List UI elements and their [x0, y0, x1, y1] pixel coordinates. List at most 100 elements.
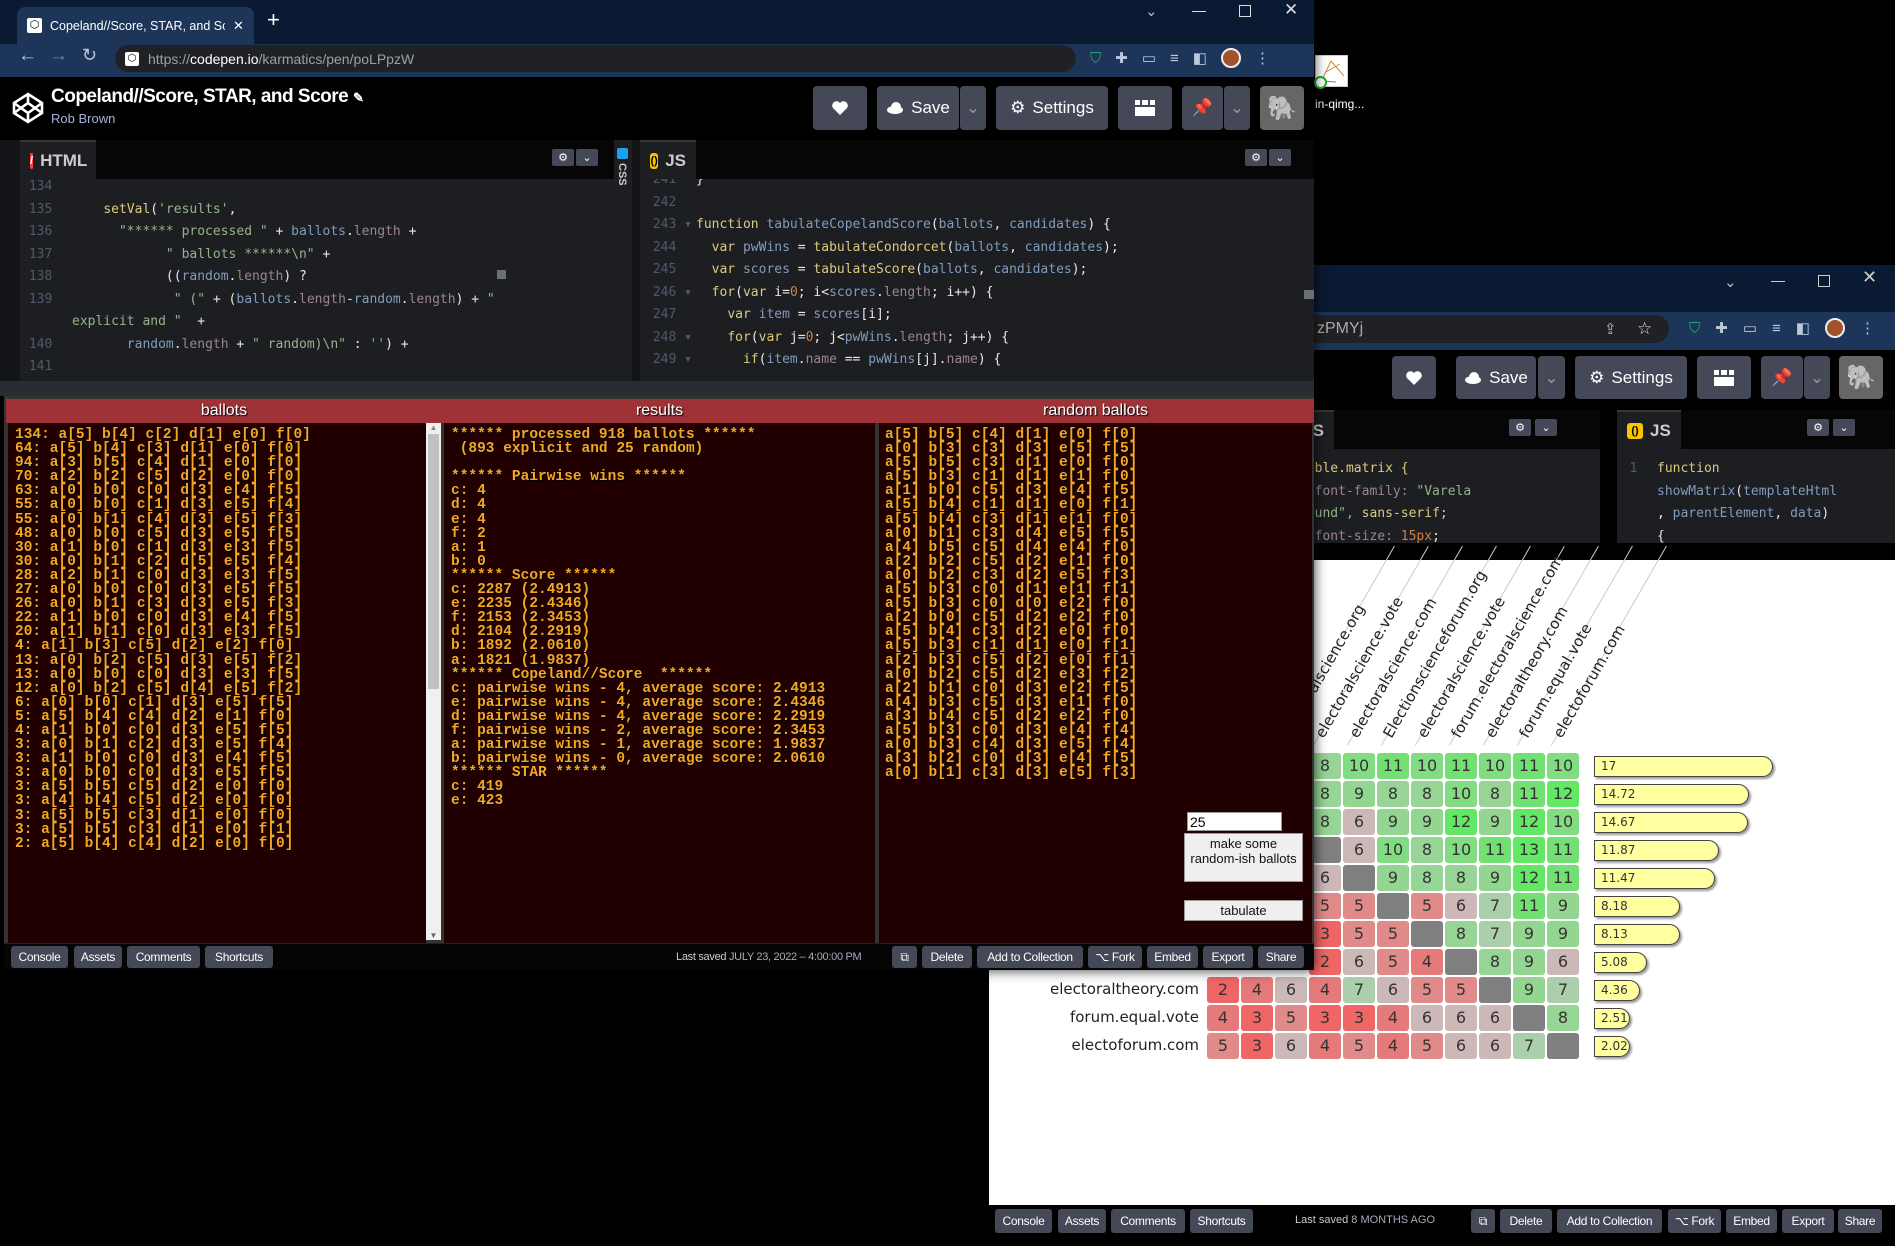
- like-button[interactable]: [813, 86, 867, 130]
- make-random-ballots-button[interactable]: make some random-ish ballots: [1184, 833, 1303, 882]
- user-avatar[interactable]: 🐘: [1260, 86, 1304, 130]
- fork-button[interactable]: ⌥ Fork: [1668, 1209, 1721, 1233]
- result-line: ****** Copeland//Score ******: [451, 666, 713, 683]
- export-button[interactable]: Export: [1203, 946, 1253, 968]
- shortcuts-button[interactable]: Shortcuts: [205, 946, 273, 968]
- open-external-icon[interactable]: ⧉: [1471, 1209, 1495, 1233]
- side-panel-icon[interactable]: ◧: [1193, 49, 1207, 67]
- line-number: 249 ▾: [652, 352, 692, 367]
- delete-button[interactable]: Delete: [1500, 1209, 1552, 1233]
- random-ballot-line: a[2] b[2] c[5] d[2] e[1] f[0]: [885, 553, 1138, 570]
- embed-button[interactable]: Embed: [1726, 1209, 1777, 1233]
- shield-extension-icon[interactable]: ⛉: [1090, 50, 1101, 67]
- matrix-cell: 12: [1445, 809, 1477, 835]
- cast-icon[interactable]: ▭: [1142, 49, 1156, 67]
- assets-button[interactable]: Assets: [74, 946, 122, 968]
- result-line: ****** processed 918 ballots ******: [451, 427, 756, 443]
- scrollbar-thumb[interactable]: [497, 270, 506, 279]
- ballot-line: 5: a[5] b[4] c[4] d[2] e[1] f[0]: [15, 708, 294, 725]
- delete-button[interactable]: Delete: [922, 946, 972, 968]
- matrix-cell: 8: [1479, 949, 1511, 975]
- extensions-puzzle-icon[interactable]: ✚: [1115, 49, 1128, 67]
- pin-dropdown-button[interactable]: ⌄: [1224, 86, 1250, 130]
- resize-divider[interactable]: [0, 381, 1314, 396]
- save-button[interactable]: Save: [877, 86, 959, 130]
- matrix-cell: 6: [1479, 1033, 1511, 1059]
- code-line: 137 " ballots ******\n" +: [20, 244, 614, 267]
- matrix-cell: 7: [1513, 1033, 1545, 1059]
- scrollbar-thumb[interactable]: [1304, 290, 1314, 299]
- comments-button[interactable]: Comments: [1111, 1209, 1185, 1233]
- share-button[interactable]: Share: [1838, 1209, 1882, 1233]
- media-control-icon[interactable]: ≡: [1170, 50, 1179, 67]
- tab-search-icon[interactable]: ⌄: [1145, 2, 1158, 20]
- random-ballots-header: random ballots: [877, 399, 1314, 423]
- pen-title[interactable]: Copeland//Score, STAR, and Score ✎: [51, 86, 364, 108]
- matrix-cell: 11: [1479, 837, 1511, 863]
- close-tab-icon[interactable]: ✕: [233, 18, 244, 34]
- codepen-logo[interactable]: [11, 91, 45, 125]
- open-external-icon[interactable]: ⧉: [892, 946, 917, 968]
- console-button[interactable]: Console: [995, 1209, 1052, 1233]
- minimize-icon[interactable]: [1192, 11, 1206, 12]
- assets-button[interactable]: Assets: [1058, 1209, 1106, 1233]
- maximize-icon[interactable]: [1239, 5, 1251, 17]
- share-button[interactable]: Share: [1258, 946, 1304, 968]
- browser-menu-icon[interactable]: ⋮: [1255, 49, 1270, 67]
- fork-icon: ⌥: [1674, 1214, 1692, 1228]
- shortcuts-button[interactable]: Shortcuts: [1190, 1209, 1253, 1233]
- author-name[interactable]: Rob Brown: [51, 111, 115, 126]
- editor-settings-icon[interactable]: ⚙: [1245, 149, 1267, 166]
- matrix-cell: 5: [1411, 893, 1443, 919]
- result-line: c: 2287 (2.4913): [451, 582, 591, 599]
- console-button[interactable]: Console: [11, 946, 68, 968]
- matrix-cell: 11: [1445, 753, 1477, 779]
- tab-js[interactable]: () JS: [640, 140, 696, 179]
- matrix-cell: 5: [1207, 1033, 1239, 1059]
- layout-button[interactable]: [1118, 86, 1172, 130]
- browser-tab[interactable]: ⬡ Copeland//Score, STAR, and Scor ✕: [17, 7, 254, 44]
- new-tab-button[interactable]: +: [267, 7, 280, 33]
- code-line: 141: [20, 356, 614, 379]
- editor-collapse-icon[interactable]: ⌄: [576, 149, 598, 166]
- tab-html[interactable]: / HTML: [20, 140, 96, 179]
- random-count-input[interactable]: [1187, 812, 1282, 831]
- matrix-cell: 5: [1343, 893, 1375, 919]
- export-button[interactable]: Export: [1782, 1209, 1834, 1233]
- edit-pencil-icon[interactable]: ✎: [353, 90, 364, 105]
- result-line: b: 0: [451, 553, 486, 570]
- ballots-textarea[interactable]: 134: a[5] b[4] c[2] d[1] e[0] f[0] 64: a[…: [8, 423, 426, 943]
- js-editor[interactable]: () JS ⚙ ⌄ 241 } 242 243 ▾ function tabulate…: [640, 140, 1314, 381]
- html-editor[interactable]: / HTML ⚙ ⌄ 134 135 setVal('results', 136 "…: [20, 140, 614, 381]
- address-bar[interactable]: ⬡ https://codepen.io/karmatics/pen/poLPp…: [115, 45, 1076, 72]
- profile-avatar[interactable]: [1220, 48, 1241, 68]
- results-textarea[interactable]: ****** processed 918 ballots ****** (893…: [444, 423, 875, 943]
- settings-button[interactable]: ⚙ Settings: [996, 86, 1108, 130]
- random-ballot-line: a[2] b[3] c[5] d[2] e[0] f[1]: [885, 652, 1138, 669]
- matrix-cell: 5: [1445, 977, 1477, 1003]
- editor-settings-icon[interactable]: ⚙: [552, 149, 574, 166]
- scrollbar-thumb: [428, 434, 439, 689]
- close-window-icon[interactable]: ✕: [1284, 0, 1298, 20]
- css-editor-collapsed[interactable]: CSS: [614, 140, 632, 381]
- add-to-collection-button[interactable]: Add to Collection: [977, 946, 1083, 968]
- add-to-collection-button[interactable]: Add to Collection: [1557, 1209, 1662, 1233]
- matrix-cell: 8: [1411, 837, 1443, 863]
- code-line: 245 var scores = tabulateScore(ballots, …: [640, 259, 1314, 282]
- save-dropdown-button[interactable]: ⌄: [960, 86, 986, 130]
- back-icon[interactable]: ←: [18, 45, 37, 67]
- matrix-cell: 9: [1377, 865, 1409, 891]
- cloud-icon: [887, 102, 904, 114]
- tabulate-button[interactable]: tabulate: [1184, 900, 1303, 921]
- editor-collapse-icon[interactable]: ⌄: [1269, 149, 1291, 166]
- matrix-cell: 5: [1411, 1033, 1443, 1059]
- ballots-scrollbar[interactable]: ▲ ▼: [426, 423, 441, 940]
- comments-button[interactable]: Comments: [127, 946, 200, 968]
- desktop-icon[interactable]: in-qimg...: [1314, 55, 1385, 115]
- pin-button[interactable]: 📌: [1182, 86, 1223, 130]
- embed-button[interactable]: Embed: [1147, 946, 1198, 968]
- fork-button[interactable]: ⌥ Fork: [1088, 946, 1142, 968]
- ballot-line: 3: a[5] b[5] c[3] d[1] e[0] f[1]: [15, 821, 294, 838]
- reload-icon[interactable]: ↻: [82, 45, 97, 66]
- forward-icon[interactable]: →: [49, 45, 68, 67]
